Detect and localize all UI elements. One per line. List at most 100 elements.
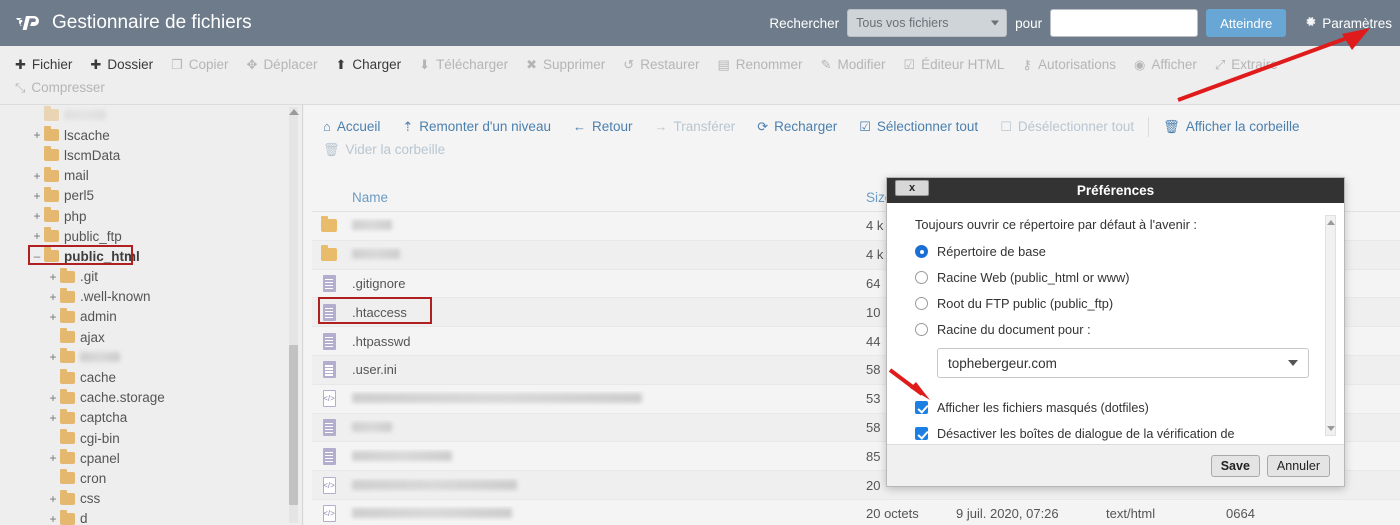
tree-node-label: cpanel xyxy=(80,450,120,466)
tree-node-.well-known[interactable]: + .well-known xyxy=(0,287,302,307)
tree-node-cache.storage[interactable]: + cache.storage xyxy=(0,388,302,408)
cancel-button[interactable]: Annuler xyxy=(1266,454,1330,477)
content-action-remonter-d-un-niveau[interactable]: ⇡ Remonter d'un niveau xyxy=(391,115,562,138)
file-name-cell[interactable]: .htpasswd xyxy=(346,334,866,349)
expand-icon[interactable]: + xyxy=(46,451,60,465)
search-scope-select[interactable]: Tous vos fichiers xyxy=(847,9,1008,37)
sidebar-scrollbar-thumb[interactable] xyxy=(289,345,298,505)
search-input[interactable] xyxy=(1050,9,1199,37)
radio-selected-icon[interactable] xyxy=(915,245,928,258)
content-action-accueil[interactable]: ⌂ Accueil xyxy=(312,115,391,138)
table-row[interactable]: </> 20 octets 9 juil. 2020, 07:26 text/html… xyxy=(312,500,1400,525)
radio-empty-icon[interactable] xyxy=(915,271,928,284)
toolbar-item-supprimer: ✖ Supprimer xyxy=(521,53,618,76)
settings-button[interactable]: Paramètres xyxy=(1294,15,1400,31)
expand-icon[interactable]: + xyxy=(46,270,60,284)
expand-icon[interactable]: + xyxy=(30,209,44,223)
toolbar-item-fichier[interactable]: ✚ Fichier xyxy=(10,53,85,76)
file-name-cell[interactable] xyxy=(346,391,866,406)
content-action-recharger[interactable]: ⟳ Recharger xyxy=(746,115,848,138)
radio-empty-icon[interactable] xyxy=(915,323,928,336)
toolbar-item-charger[interactable]: ⬆ Charger xyxy=(330,53,414,76)
file-name-cell[interactable] xyxy=(346,247,866,262)
folder-icon xyxy=(60,348,75,364)
tree-node-.git[interactable]: + .git xyxy=(0,267,302,287)
file-name-cell[interactable] xyxy=(346,420,866,435)
scroll-down-arrow-icon[interactable] xyxy=(1327,426,1335,431)
content-action-afficher-la-corbeille[interactable]: 🗑 Afficher la corbeille xyxy=(1152,115,1310,138)
tree-node-ajax[interactable]: ajax xyxy=(0,327,302,347)
radio-option[interactable]: Racine du document pour : xyxy=(915,322,1326,337)
file-name-redacted xyxy=(352,220,392,231)
expand-icon[interactable]: + xyxy=(30,229,44,243)
file-name-cell[interactable]: .user.ini xyxy=(346,362,866,377)
file-name-cell[interactable] xyxy=(346,478,866,493)
radio-option[interactable]: Racine Web (public_html or www) xyxy=(915,270,1326,285)
tree-node-perl5[interactable]: + perl5 xyxy=(0,186,302,206)
expand-icon[interactable]: + xyxy=(30,128,44,142)
expand-icon[interactable]: + xyxy=(46,512,60,525)
toolbar-item-label: Restaurer xyxy=(640,57,700,72)
document-root-select[interactable]: tophebergeur.com xyxy=(937,348,1309,378)
column-header-name[interactable]: Name xyxy=(346,190,866,205)
expand-icon[interactable]: + xyxy=(46,492,60,506)
tree-node-cache[interactable]: cache xyxy=(0,367,302,387)
checkbox-checked-icon[interactable] xyxy=(915,427,928,440)
tree-node-cgi-bin[interactable]: cgi-bin xyxy=(0,428,302,448)
folder-icon xyxy=(60,408,75,424)
tree-node-php[interactable]: + php xyxy=(0,206,302,226)
file-name-cell[interactable] xyxy=(346,218,866,233)
close-icon[interactable]: x xyxy=(895,180,929,196)
tree-node-lscache[interactable]: + lscache xyxy=(0,125,302,145)
tree-node[interactable] xyxy=(0,105,302,125)
dialog-scrollbar-track[interactable] xyxy=(1325,215,1336,436)
tree-node-cpanel[interactable]: + cpanel xyxy=(0,448,302,468)
tree-node-public_ftp[interactable]: + public_ftp xyxy=(0,226,302,246)
file-icon xyxy=(322,361,336,379)
expand-icon[interactable]: + xyxy=(46,411,60,425)
tree-node-css[interactable]: + css xyxy=(0,489,302,509)
expand-icon[interactable]: + xyxy=(46,391,60,405)
scroll-up-arrow-icon[interactable] xyxy=(289,109,299,115)
toolbar-item-extraire: ⤢ Extraire xyxy=(1210,53,1291,76)
file-icon-cell xyxy=(312,332,346,350)
radio-empty-icon[interactable] xyxy=(915,297,928,310)
file-name-cell[interactable] xyxy=(346,449,866,464)
radio-option[interactable]: Root du FTP public (public_ftp) xyxy=(915,296,1326,311)
expand-icon[interactable]: + xyxy=(46,310,60,324)
expand-icon[interactable]: + xyxy=(30,169,44,183)
tree-node-captcha[interactable]: + captcha xyxy=(0,408,302,428)
toolbar-item-dossier[interactable]: ✚ Dossier xyxy=(85,53,166,76)
tree-node-mail[interactable]: + mail xyxy=(0,166,302,186)
folder-icon xyxy=(321,216,337,233)
file-icon: ▤ xyxy=(717,57,730,72)
file-name-cell[interactable]: .gitignore xyxy=(346,276,866,291)
toolbar-item-renommer: ▤ Renommer xyxy=(712,53,815,76)
radio-option[interactable]: Répertoire de base xyxy=(915,244,1326,259)
content-action-s-lectionner-tout[interactable]: ☑ Sélectionner tout xyxy=(848,115,989,138)
save-button[interactable]: Save xyxy=(1210,454,1260,477)
tree-node-public_html[interactable]: – public_html xyxy=(0,245,302,266)
file-name-cell[interactable] xyxy=(346,506,866,521)
expand-icon[interactable]: + xyxy=(46,350,60,364)
expand-icon[interactable]: + xyxy=(46,290,60,304)
checkbox-option[interactable]: Afficher les fichiers masqués (dotfiles) xyxy=(915,400,1326,417)
content-action-retour[interactable]: ← Retour xyxy=(562,115,644,138)
tree-node-admin[interactable]: + admin xyxy=(0,307,302,327)
trash-icon: 🗑 xyxy=(323,142,340,157)
times-icon: ✖ xyxy=(526,57,538,72)
code-file-icon: </> xyxy=(322,390,336,408)
tree-node-label-redacted xyxy=(80,352,120,363)
directory-tree-sidebar[interactable]: + lscache lscmData + mail + perl5 + php + public_f… xyxy=(0,105,303,525)
expand-icon[interactable]: + xyxy=(30,189,44,203)
tree-node-lscmData[interactable]: lscmData xyxy=(0,145,302,165)
go-button[interactable]: Atteindre xyxy=(1206,9,1287,37)
tree-node-d[interactable]: + d xyxy=(0,509,302,525)
scroll-up-arrow-icon[interactable] xyxy=(1327,220,1335,225)
tree-node-label: css xyxy=(80,491,101,507)
checkbox-checked-icon[interactable] xyxy=(915,401,928,414)
checkbox-option[interactable]: Désactiver les boîtes de dialogue de la … xyxy=(915,426,1326,444)
folder-icon xyxy=(60,469,75,485)
tree-node[interactable]: + xyxy=(0,347,302,367)
tree-node-cron[interactable]: cron xyxy=(0,468,302,488)
